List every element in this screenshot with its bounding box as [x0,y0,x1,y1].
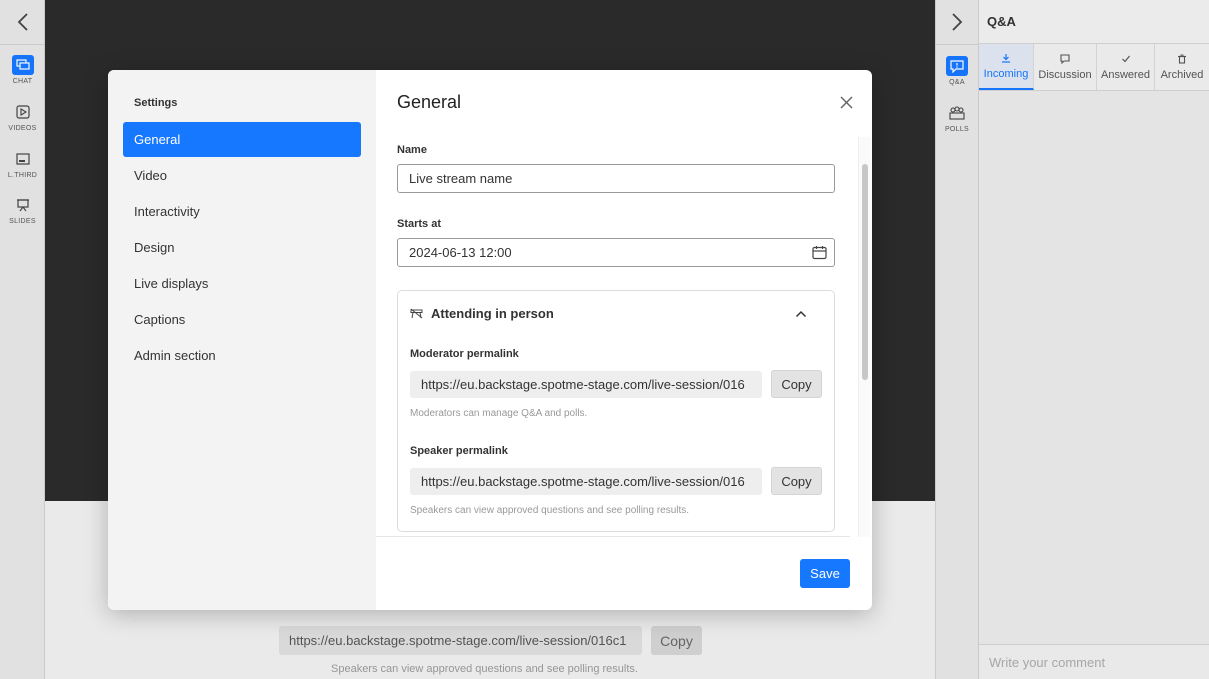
nav-item-design[interactable]: Design [123,230,361,265]
name-input[interactable]: Live stream name [397,164,835,193]
starts-at-value: 2024-06-13 12:00 [409,245,512,260]
copy-moderator-button[interactable]: Copy [771,370,822,398]
nav-item-captions[interactable]: Captions [123,302,361,337]
nav-item-video[interactable]: Video [123,158,361,193]
save-button[interactable]: Save [800,559,850,588]
settings-sidebar: Settings General Video Interactivity Des… [108,70,376,610]
section-header[interactable]: Attending in person [410,306,554,321]
nav-item-interactivity[interactable]: Interactivity [123,194,361,229]
scrollbar[interactable] [858,137,870,537]
section-title: Attending in person [431,306,554,321]
starts-at-input[interactable]: 2024-06-13 12:00 [397,238,835,267]
moderator-help-text: Moderators can manage Q&A and polls. [410,408,588,419]
nav-item-admin-section[interactable]: Admin section [123,338,361,373]
attending-in-person-card: Attending in person Moderator permalink … [397,290,835,532]
nav-item-live-displays[interactable]: Live displays [123,266,361,301]
calendar-icon[interactable] [812,245,827,260]
speaker-permalink-field[interactable]: https://eu.backstage.spotme-stage.com/li… [410,468,762,495]
speaker-help-text: Speakers can view approved questions and… [410,505,690,516]
nav-item-general[interactable]: General [123,122,361,157]
close-icon [839,95,853,109]
moderator-permalink-field[interactable]: https://eu.backstage.spotme-stage.com/li… [410,371,762,398]
scrollbar-thumb[interactable] [862,164,868,380]
settings-scroll-area: Name Live stream name Starts at 2024-06-… [376,137,850,537]
moderator-permalink-label: Moderator permalink [410,348,519,360]
page-title: General [397,92,462,112]
name-label: Name [397,144,427,156]
speaker-permalink-label: Speaker permalink [410,445,508,457]
copy-speaker-button[interactable]: Copy [771,467,822,495]
starts-at-label: Starts at [397,218,442,230]
close-button[interactable] [836,92,856,112]
in-person-icon [410,308,423,319]
chevron-up-icon[interactable] [795,310,807,318]
sidebar-title: Settings [134,97,178,109]
settings-main: General Name Live stream name Starts at … [376,70,872,610]
settings-modal: Settings General Video Interactivity Des… [108,70,872,610]
